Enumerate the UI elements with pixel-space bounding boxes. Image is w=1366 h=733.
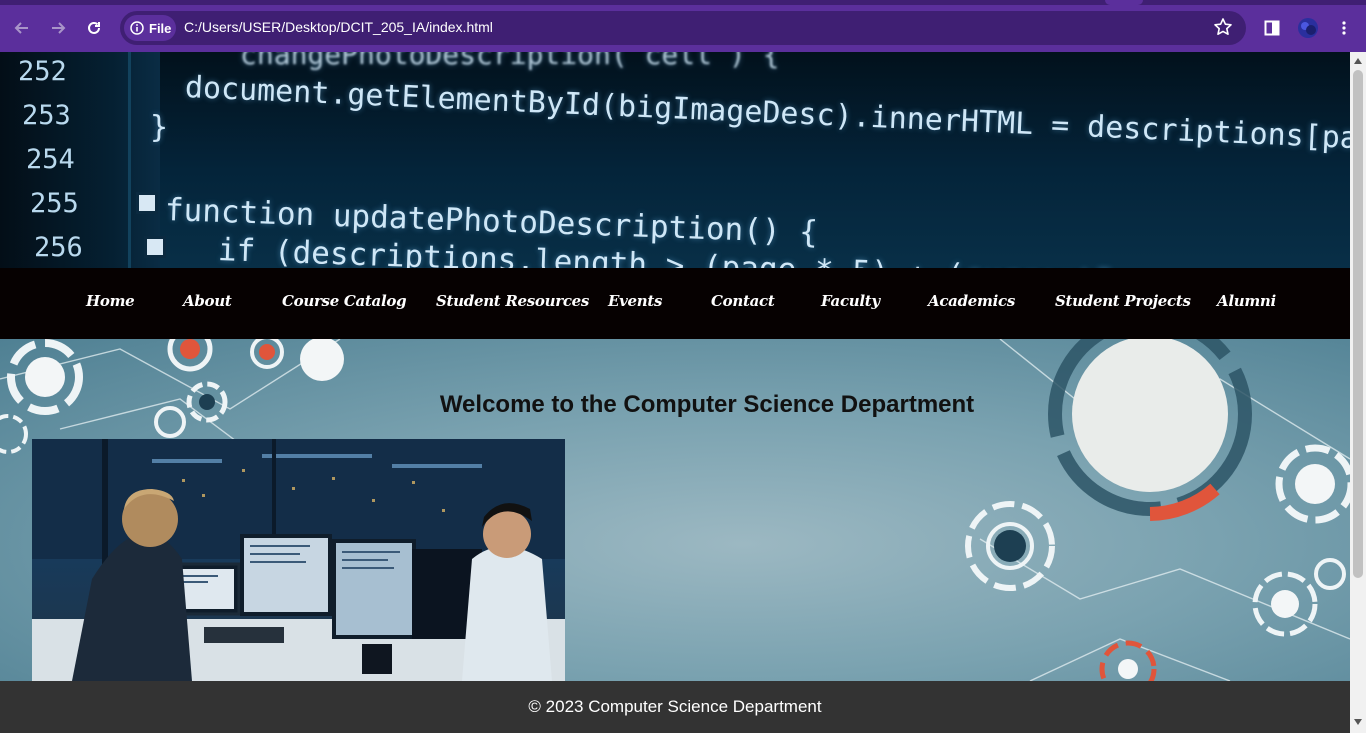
- info-icon: [130, 21, 144, 35]
- triangle-down-icon: [1354, 719, 1362, 725]
- nav-events[interactable]: Events: [608, 292, 662, 310]
- site-info-chip[interactable]: File: [124, 15, 176, 41]
- nav-academics[interactable]: Academics: [928, 292, 1015, 310]
- gutter-divider: [128, 52, 131, 268]
- line-number: 255: [30, 188, 79, 219]
- welcome-section: Welcome to the Computer Science Departme…: [0, 339, 1350, 681]
- more-vertical-icon: [1342, 21, 1346, 35]
- avatar-icon: [1298, 18, 1318, 38]
- code-line: changePhotoDescription( cell ) {: [240, 52, 780, 71]
- nav-student-resources[interactable]: Student Resources: [436, 292, 589, 310]
- page-viewport: 252 253 254 255 256 changePhotoDescripti…: [0, 52, 1350, 733]
- nav-about[interactable]: About: [183, 292, 232, 310]
- nav-faculty[interactable]: Faculty: [821, 292, 880, 310]
- back-button[interactable]: [8, 14, 36, 42]
- arrow-right-icon: [52, 22, 66, 34]
- reload-icon: [88, 21, 100, 34]
- triangle-up-icon: [1354, 58, 1362, 64]
- main-navigation: Home About Course Catalog Student Resour…: [0, 268, 1350, 339]
- fold-marker-icon: [136, 192, 158, 214]
- file-chip-label: File: [149, 20, 172, 36]
- line-number: 252: [18, 56, 67, 87]
- nav-alumni[interactable]: Alumni: [1217, 292, 1276, 310]
- nav-home[interactable]: Home: [86, 292, 135, 310]
- hero-banner: 252 253 254 255 256 changePhotoDescripti…: [0, 52, 1350, 268]
- scroll-down-button[interactable]: [1351, 715, 1365, 729]
- tab-strip: [0, 0, 1366, 5]
- menu-button[interactable]: [1331, 15, 1357, 41]
- welcome-heading: Welcome to the Computer Science Departme…: [439, 391, 975, 418]
- lab-photo-illustration: [32, 439, 565, 681]
- students-photo: [32, 439, 565, 681]
- reload-button[interactable]: [80, 14, 108, 42]
- url-text[interactable]: C:/Users/USER/Desktop/DCIT_205_IA/index.…: [184, 19, 493, 35]
- nav-student-projects[interactable]: Student Projects: [1055, 292, 1191, 310]
- profile-button[interactable]: [1295, 15, 1321, 41]
- tab-edge: [1105, 0, 1143, 5]
- browser-toolbar: File C:/Users/USER/Desktop/DCIT_205_IA/i…: [0, 0, 1366, 52]
- bookmark-button[interactable]: [1210, 14, 1236, 40]
- side-panel-button[interactable]: [1259, 15, 1285, 41]
- forward-button[interactable]: [44, 14, 72, 42]
- code-line: document.getElementById(bigImageDesc).in…: [184, 70, 1350, 173]
- line-number: 253: [22, 100, 71, 131]
- arrow-left-icon: [14, 22, 28, 34]
- star-icon: [1214, 18, 1232, 35]
- fold-marker-icon: [144, 236, 166, 258]
- line-number: 256: [34, 232, 83, 263]
- scrollbar-thumb[interactable]: [1353, 70, 1363, 578]
- code-line: }: [150, 110, 169, 145]
- nav-course-catalog[interactable]: Course Catalog: [282, 292, 407, 310]
- nav-contact[interactable]: Contact: [711, 292, 775, 310]
- side-panel-icon: [1264, 20, 1280, 36]
- page-footer: © 2023 Computer Science Department: [0, 681, 1350, 733]
- scroll-up-button[interactable]: [1351, 54, 1365, 68]
- line-number: 254: [26, 144, 75, 175]
- copyright-text: © 2023 Computer Science Department: [528, 697, 822, 716]
